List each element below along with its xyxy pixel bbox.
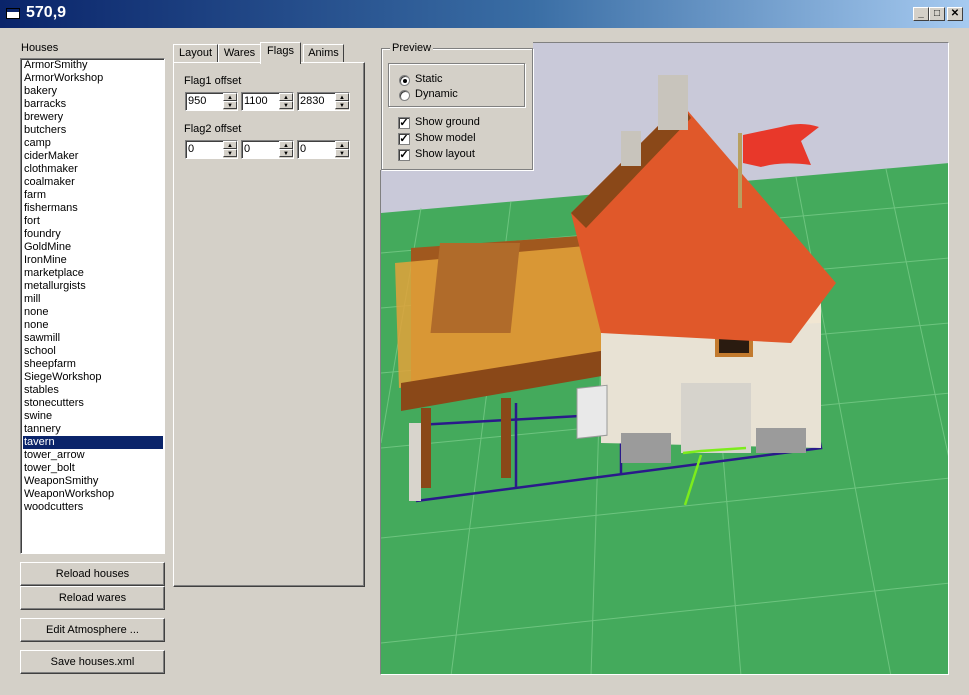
dynamic-radio[interactable] xyxy=(399,90,410,101)
spin-down-icon[interactable]: ▼ xyxy=(335,101,349,109)
minimize-button[interactable]: _ xyxy=(913,7,929,21)
list-item[interactable]: none xyxy=(24,319,164,332)
show-ground-checkbox[interactable]: ✓ xyxy=(398,117,410,129)
flag1-y-value: 1100 xyxy=(244,95,268,107)
spin-down-icon[interactable]: ▼ xyxy=(279,101,293,109)
list-item[interactable]: sawmill xyxy=(24,332,164,345)
flag1-z-value: 2830 xyxy=(300,95,325,107)
maximize-button[interactable]: □ xyxy=(929,7,945,21)
list-item[interactable]: tavern xyxy=(23,436,163,449)
list-item[interactable]: ArmorSmithy xyxy=(24,59,164,72)
show-layout-label[interactable]: Show layout xyxy=(415,148,475,160)
list-item[interactable]: SiegeWorkshop xyxy=(24,371,164,384)
flag2-x-value: 0 xyxy=(188,143,195,155)
spin-down-icon[interactable]: ▼ xyxy=(279,149,293,157)
spin-down-icon[interactable]: ▼ xyxy=(223,149,237,157)
title-bar[interactable]: 570,9 _ □ ✕ xyxy=(0,0,969,28)
spin-up-icon[interactable]: ▲ xyxy=(335,93,349,101)
tab-flags[interactable]: Flags xyxy=(260,42,301,64)
show-model-label[interactable]: Show model xyxy=(415,132,476,144)
list-item[interactable]: fishermans xyxy=(24,202,164,215)
flag2-z-value: 0 xyxy=(300,143,307,155)
houses-list-items: ArmorSmithy ArmorWorkshop bakery barracks br… xyxy=(21,59,164,514)
list-item[interactable]: foundry xyxy=(24,228,164,241)
show-model-checkbox[interactable]: ✓ xyxy=(398,133,410,145)
save-houses-button[interactable]: Save houses.xml xyxy=(20,650,165,674)
tab-anims[interactable]: Anims xyxy=(303,44,344,63)
preview-mode-group: Static Dynamic xyxy=(388,63,525,107)
list-item[interactable]: farm xyxy=(24,189,164,202)
list-item[interactable]: fort xyxy=(24,215,164,228)
show-ground-label[interactable]: Show ground xyxy=(415,116,480,128)
list-item[interactable]: tower_bolt xyxy=(24,462,164,475)
flag1-y-spinner[interactable]: 1100 ▲ ▼ xyxy=(241,92,294,111)
preview-panel: Preview Static Dynamic ✓ Show ground ✓ S… xyxy=(380,42,533,170)
spin-up-icon[interactable]: ▲ xyxy=(279,93,293,101)
show-layout-checkbox[interactable]: ✓ xyxy=(398,149,410,161)
list-item[interactable]: WeaponWorkshop xyxy=(24,488,164,501)
tab-wares[interactable]: Wares xyxy=(218,44,261,63)
window-title: 570,9 xyxy=(26,4,67,21)
list-item[interactable]: tannery xyxy=(24,423,164,436)
app-window-icon xyxy=(6,8,20,19)
list-item[interactable]: mill xyxy=(24,293,164,306)
app-window: 570,9 _ □ ✕ Houses ArmorSmithy ArmorWorks… xyxy=(0,0,969,695)
list-item[interactable]: bakery xyxy=(24,85,164,98)
list-item[interactable]: marketplace xyxy=(24,267,164,280)
dynamic-radio-label[interactable]: Dynamic xyxy=(415,88,458,100)
list-item[interactable]: swine xyxy=(24,410,164,423)
list-item[interactable]: tower_arrow xyxy=(24,449,164,462)
preview-groupbox: Preview Static Dynamic ✓ Show ground ✓ S… xyxy=(381,42,533,170)
flag2-offset-label: Flag2 offset xyxy=(184,123,242,135)
list-item[interactable]: barracks xyxy=(24,98,164,111)
spin-down-icon[interactable]: ▼ xyxy=(335,149,349,157)
list-item[interactable]: coalmaker xyxy=(24,176,164,189)
flag1-x-spinner[interactable]: 950 ▲ ▼ xyxy=(185,92,238,111)
houses-list[interactable]: ArmorSmithy ArmorWorkshop bakery barracks br… xyxy=(20,58,165,554)
list-item[interactable]: sheepfarm xyxy=(24,358,164,371)
list-item[interactable]: clothmaker xyxy=(24,163,164,176)
flag1-offset-label: Flag1 offset xyxy=(184,75,242,87)
preview-title: Preview xyxy=(390,42,434,54)
edit-atmosphere-button[interactable]: Edit Atmosphere ... xyxy=(20,618,165,642)
list-item[interactable]: WeaponSmithy xyxy=(24,475,164,488)
list-item[interactable]: none xyxy=(24,306,164,319)
list-item[interactable]: butchers xyxy=(24,124,164,137)
list-item[interactable]: woodcutters xyxy=(24,501,164,514)
list-item[interactable]: IronMine xyxy=(24,254,164,267)
flags-tab-panel: Flag1 offset 950 ▲ ▼ 1100 ▲ ▼ 2830 ▲ ▼ Flag… xyxy=(173,62,365,587)
spin-up-icon[interactable]: ▲ xyxy=(223,93,237,101)
list-item[interactable]: ArmorWorkshop xyxy=(24,72,164,85)
static-radio-label[interactable]: Static xyxy=(415,73,443,85)
list-item[interactable]: camp xyxy=(24,137,164,150)
list-item[interactable]: stonecutters xyxy=(24,397,164,410)
spin-up-icon[interactable]: ▲ xyxy=(335,141,349,149)
flag1-x-value: 950 xyxy=(188,95,207,107)
flag2-x-spinner[interactable]: 0 ▲ ▼ xyxy=(185,140,238,159)
houses-label: Houses xyxy=(21,42,59,54)
spin-up-icon[interactable]: ▲ xyxy=(279,141,293,149)
reload-houses-button[interactable]: Reload houses xyxy=(20,562,165,586)
flag2-y-value: 0 xyxy=(244,143,251,155)
list-item[interactable]: stables xyxy=(24,384,164,397)
tab-layout[interactable]: Layout xyxy=(173,44,218,63)
static-radio[interactable] xyxy=(399,75,410,86)
list-item[interactable]: metallurgists xyxy=(24,280,164,293)
list-item[interactable]: ciderMaker xyxy=(24,150,164,163)
spin-up-icon[interactable]: ▲ xyxy=(223,141,237,149)
list-item[interactable]: GoldMine xyxy=(24,241,164,254)
flag2-z-spinner[interactable]: 0 ▲ ▼ xyxy=(297,140,350,159)
flag1-z-spinner[interactable]: 2830 ▲ ▼ xyxy=(297,92,350,111)
reload-wares-button[interactable]: Reload wares xyxy=(20,586,165,610)
flag2-y-spinner[interactable]: 0 ▲ ▼ xyxy=(241,140,294,159)
list-item[interactable]: school xyxy=(24,345,164,358)
list-item[interactable]: brewery xyxy=(24,111,164,124)
close-button[interactable]: ✕ xyxy=(947,7,963,21)
spin-down-icon[interactable]: ▼ xyxy=(223,101,237,109)
